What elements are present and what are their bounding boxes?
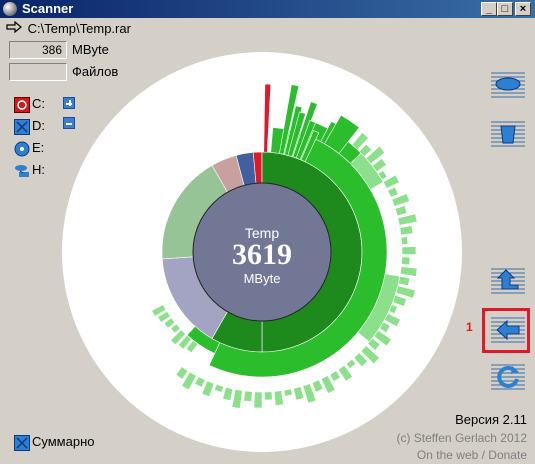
highlight-box bbox=[482, 308, 530, 353]
file-segment[interactable] bbox=[243, 390, 253, 402]
refresh-button[interactable] bbox=[491, 361, 525, 393]
trash-button[interactable] bbox=[491, 118, 525, 150]
center-value: 3619 bbox=[232, 238, 292, 271]
recycle-bin-icon bbox=[500, 125, 516, 144]
web-donate-link[interactable]: On the web / Donate bbox=[417, 448, 527, 462]
file-segment[interactable] bbox=[264, 391, 273, 401]
up-level-button[interactable] bbox=[491, 265, 525, 297]
summary-icon bbox=[14, 435, 30, 454]
version-label: Версия 2.11 bbox=[455, 412, 527, 427]
file-segment[interactable] bbox=[400, 236, 409, 245]
file-segment[interactable] bbox=[253, 391, 263, 409]
summary-label: Суммарно bbox=[32, 434, 95, 449]
file-segment[interactable] bbox=[401, 246, 417, 255]
step-marker: 1 bbox=[466, 320, 473, 334]
file-segment[interactable] bbox=[273, 390, 284, 406]
copyright-label: (c) Steffen Gerlach 2012 bbox=[396, 431, 527, 445]
drive-scan-button[interactable] bbox=[491, 69, 525, 101]
center-unit: MByte bbox=[243, 271, 281, 286]
file-segment[interactable] bbox=[401, 256, 411, 266]
file-segment[interactable] bbox=[283, 388, 293, 397]
hard-drive-icon bbox=[495, 77, 521, 91]
